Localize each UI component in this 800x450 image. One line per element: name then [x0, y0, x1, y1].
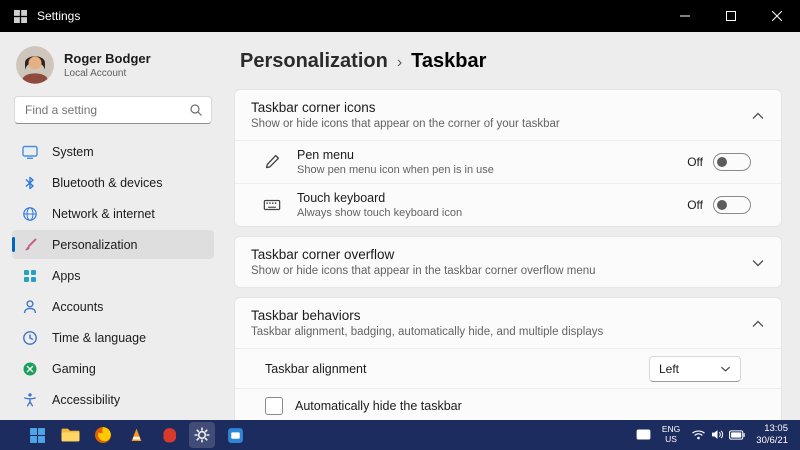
chevron-up-icon[interactable] — [751, 109, 765, 121]
apps-grid-icon — [22, 268, 38, 284]
wifi-icon — [691, 428, 706, 443]
sidebar-item-network-internet[interactable]: Network & internet — [12, 199, 214, 228]
search-input[interactable] — [14, 96, 212, 124]
settings-row-taskbar-alignment: Taskbar alignment Left — [235, 348, 781, 388]
chevron-down-icon — [720, 365, 731, 373]
os-taskbar: ENG US 13:05 30/6/21 — [0, 420, 800, 450]
sidebar-item-apps[interactable]: Apps — [12, 261, 214, 290]
chevron-down-icon[interactable] — [751, 256, 765, 268]
breadcrumb: Personalization › Taskbar — [240, 50, 782, 73]
pen-icon — [263, 153, 281, 171]
main-content: Personalization › Taskbar Taskbar corner… — [226, 32, 800, 420]
personalization-icon — [22, 237, 38, 253]
card-taskbar-behaviors: Taskbar behaviors Taskbar alignment, bad… — [234, 297, 782, 420]
close-button[interactable] — [754, 0, 800, 32]
user-name: Roger Bodger — [64, 51, 151, 66]
sidebar-nav: System Bluetooth & devices Network & int… — [12, 136, 214, 450]
title-bar: Settings — [0, 0, 800, 32]
pen-menu-state-label: Off — [687, 155, 703, 169]
start-button[interactable] — [24, 422, 50, 448]
bluetooth-icon — [22, 175, 38, 191]
pen-menu-toggle[interactable] — [713, 153, 751, 171]
media-player-cone-icon[interactable] — [123, 422, 149, 448]
card-taskbar-corner-overflow: Taskbar corner overflow Show or hide ico… — [234, 236, 782, 288]
settings-app-icon — [14, 10, 27, 23]
avatar — [16, 46, 54, 84]
xbox-gaming-icon — [22, 361, 38, 377]
touch-keyboard-toggle[interactable] — [713, 196, 751, 214]
taskbar-alignment-dropdown[interactable]: Left — [649, 356, 741, 382]
account-type: Local Account — [64, 68, 151, 79]
breadcrumb-personalization[interactable]: Personalization — [240, 50, 388, 73]
touch-keyboard-icon — [263, 196, 281, 214]
firefox-icon[interactable] — [90, 422, 116, 448]
sidebar-item-bluetooth-devices[interactable]: Bluetooth & devices — [12, 168, 214, 197]
settings-taskbar-icon[interactable] — [189, 422, 215, 448]
network-globe-icon — [22, 206, 38, 222]
volume-icon — [711, 428, 724, 443]
red-app-icon[interactable] — [156, 422, 182, 448]
system-tray-status[interactable] — [691, 428, 745, 443]
expander-taskbar-corner-overflow[interactable]: Taskbar corner overflow Show or hide ico… — [235, 237, 781, 287]
user-profile[interactable]: Roger Bodger Local Account — [12, 42, 214, 94]
chevron-up-icon[interactable] — [751, 317, 765, 329]
battery-icon — [729, 428, 745, 443]
sidebar-item-gaming[interactable]: Gaming — [12, 354, 214, 383]
page-title: Taskbar — [411, 50, 486, 73]
clock-icon — [22, 330, 38, 346]
expander-taskbar-behaviors[interactable]: Taskbar behaviors Taskbar alignment, bad… — [235, 298, 781, 348]
breadcrumb-separator: › — [397, 52, 402, 72]
date: 30/6/21 — [756, 435, 788, 447]
settings-sidebar: Roger Bodger Local Account System Blueto… — [0, 32, 226, 420]
language-indicator[interactable]: ENG US — [662, 425, 680, 445]
search-icon — [189, 103, 203, 120]
blue-app-icon[interactable] — [222, 422, 248, 448]
settings-row-touch-keyboard: Touch keyboard Always show touch keyboar… — [235, 183, 781, 226]
clock[interactable]: 13:05 30/6/21 — [756, 423, 788, 447]
taskbar-alignment-value: Left — [659, 362, 679, 376]
expander-taskbar-corner-icons[interactable]: Taskbar corner icons Show or hide icons … — [235, 90, 781, 140]
minimize-button[interactable] — [662, 0, 708, 32]
card-taskbar-corner-icons: Taskbar corner icons Show or hide icons … — [234, 89, 782, 227]
sidebar-item-system[interactable]: System — [12, 137, 214, 166]
settings-row-pen-menu: Pen menu Show pen menu icon when pen is … — [235, 140, 781, 183]
file-explorer-icon[interactable] — [57, 422, 83, 448]
system-icon — [22, 144, 38, 160]
settings-row-auto-hide-taskbar: Automatically hide the taskbar — [235, 388, 781, 420]
accounts-person-icon — [22, 299, 38, 315]
sidebar-item-personalization[interactable]: Personalization — [12, 230, 214, 259]
gear-icon — [194, 427, 210, 443]
tray-app-icon[interactable] — [636, 428, 651, 443]
accessibility-person-icon — [22, 392, 38, 408]
sidebar-item-accessibility[interactable]: Accessibility — [12, 385, 214, 414]
windows-logo-icon — [29, 427, 46, 444]
sidebar-item-accounts[interactable]: Accounts — [12, 292, 214, 321]
time: 13:05 — [756, 423, 788, 435]
maximize-button[interactable] — [708, 0, 754, 32]
sidebar-item-time-language[interactable]: Time & language — [12, 323, 214, 352]
auto-hide-taskbar-checkbox[interactable] — [265, 397, 283, 415]
window-title: Settings — [37, 9, 80, 23]
touch-keyboard-state-label: Off — [687, 198, 703, 212]
